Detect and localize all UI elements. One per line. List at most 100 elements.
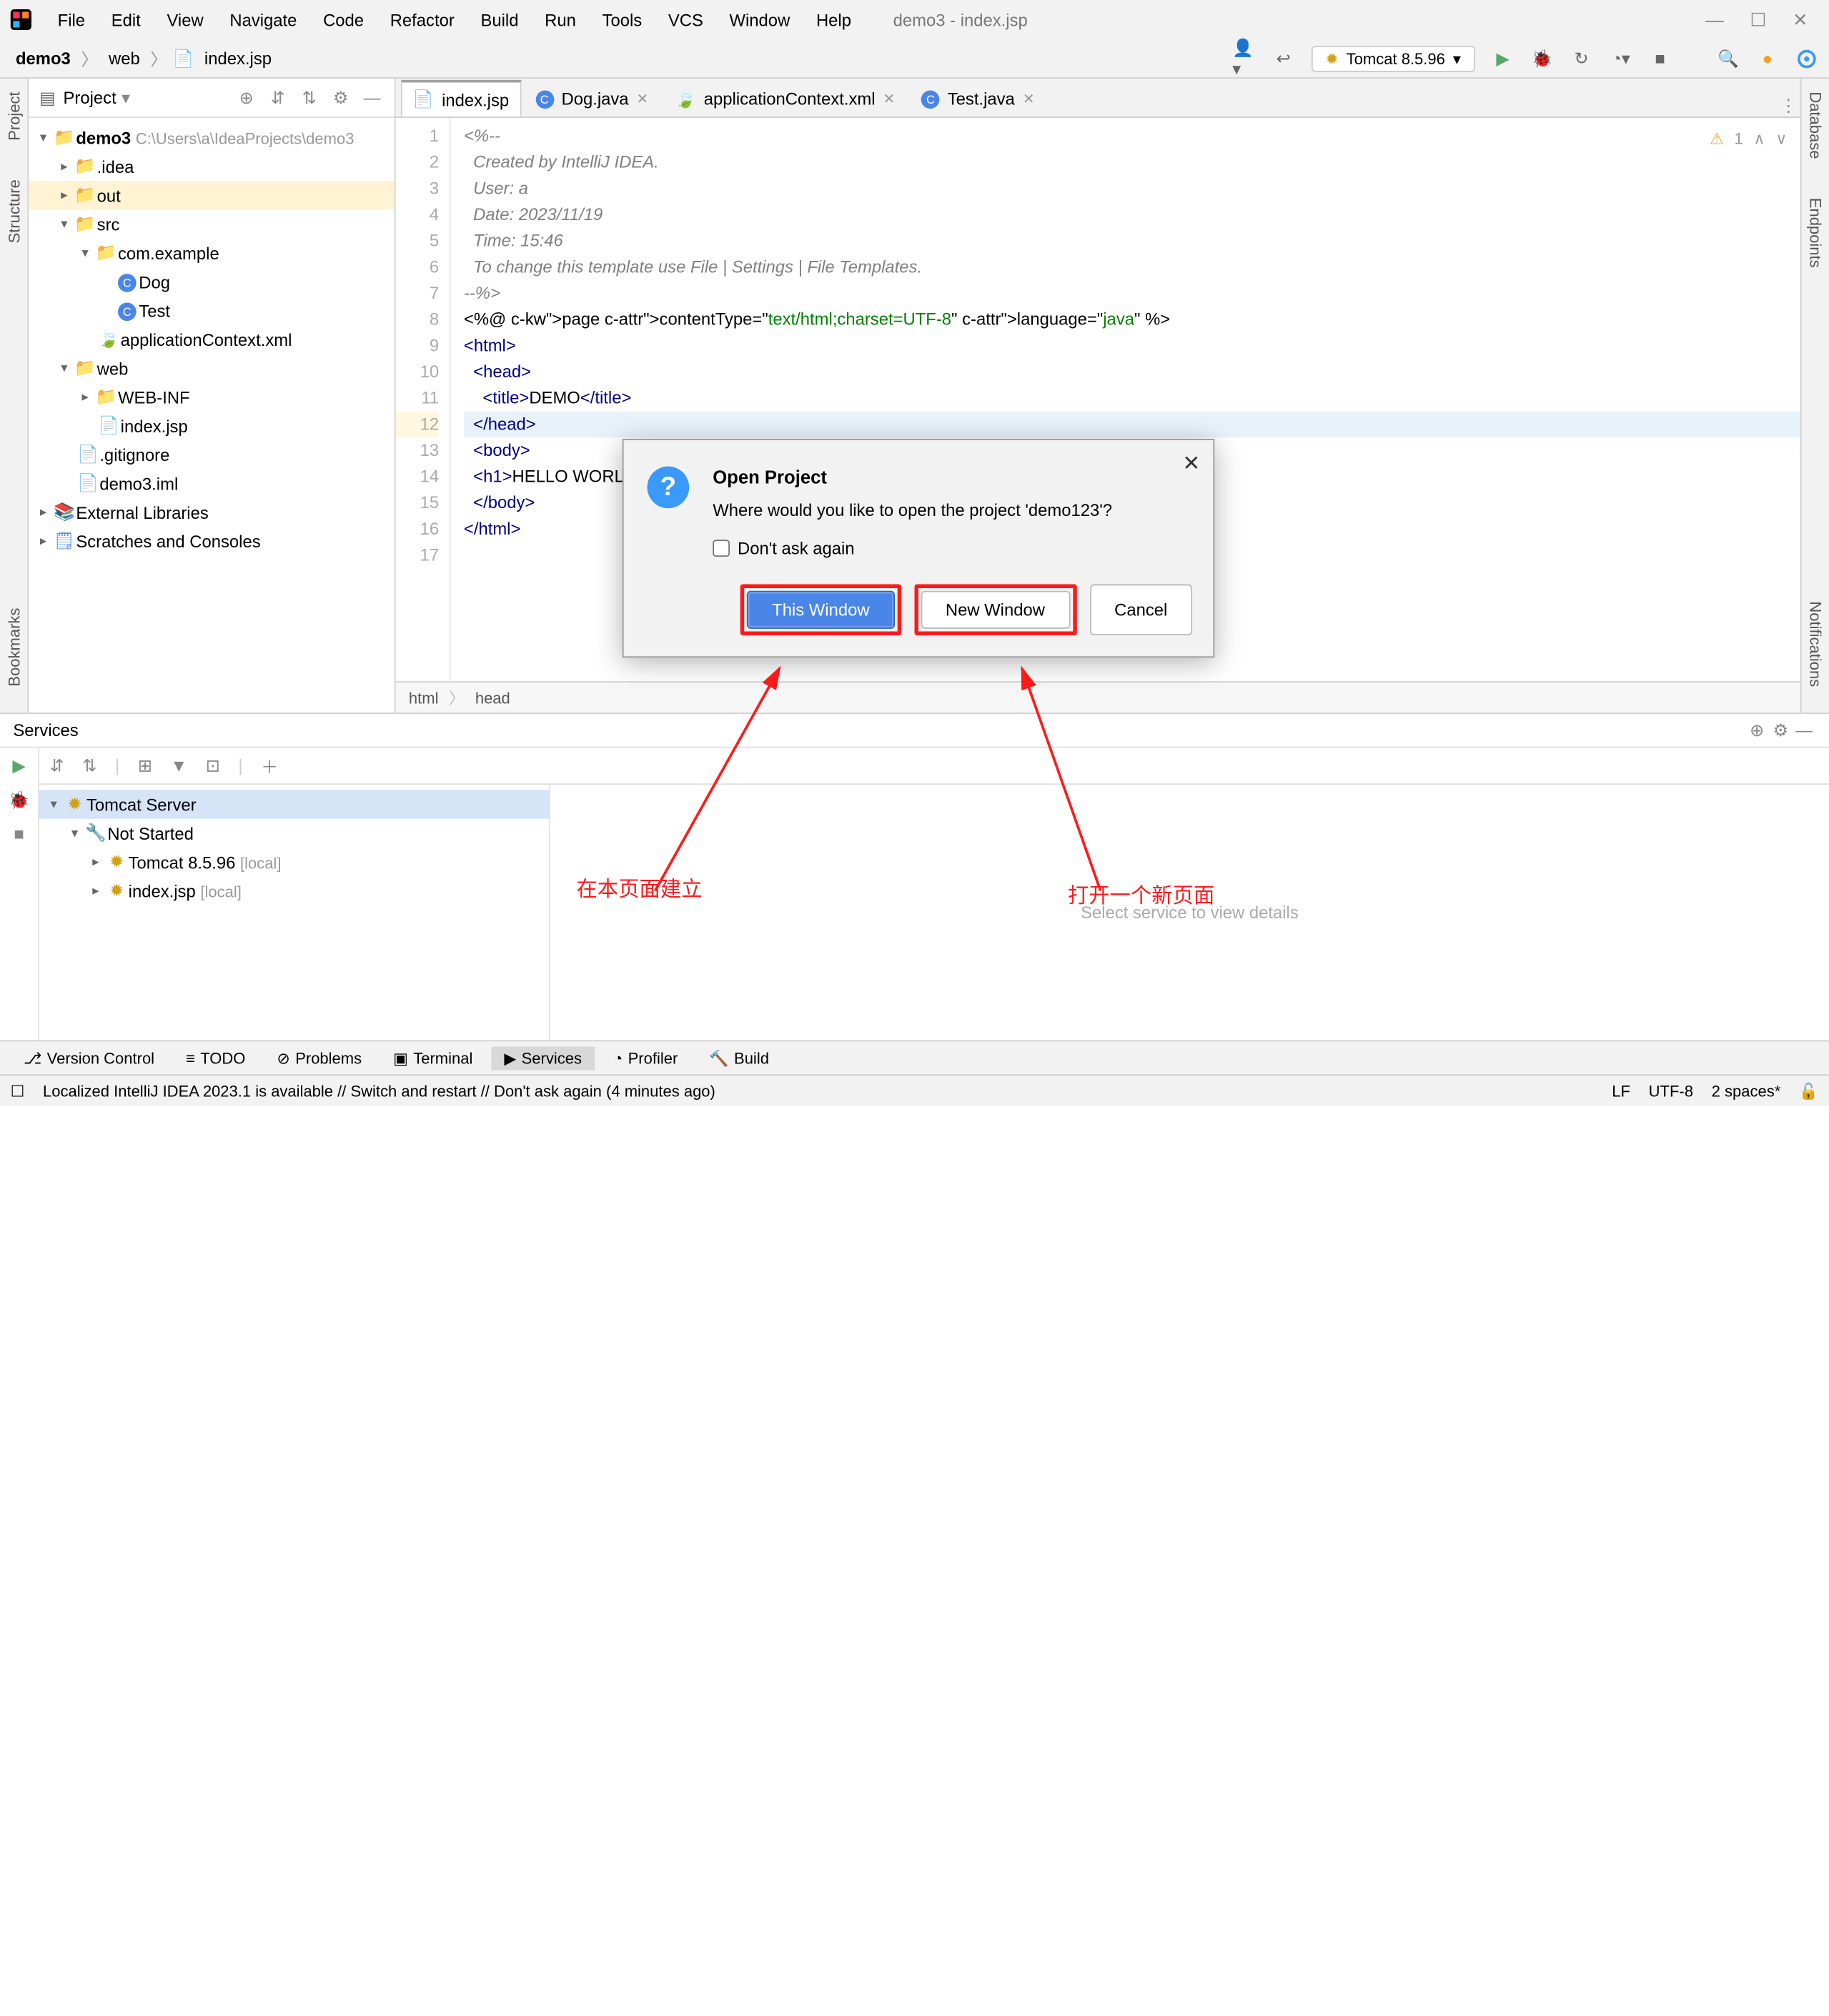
expand-all-icon[interactable]: ⇵ [266, 87, 289, 108]
tree-package[interactable]: ▾📁com.example [29, 239, 394, 267]
tree-folder-web[interactable]: ▾📁web [29, 354, 394, 382]
menu-window[interactable]: Window [719, 4, 801, 34]
back-icon[interactable]: ↩ [1272, 46, 1295, 70]
maximize-icon[interactable]: ☐ [1750, 9, 1766, 31]
search-icon[interactable]: 🔍 [1716, 46, 1740, 70]
tool-build[interactable]: 🔨Build [696, 1046, 782, 1070]
menu-tools[interactable]: Tools [592, 4, 653, 34]
tool-terminal[interactable]: ▣Terminal [380, 1046, 486, 1070]
rail-project[interactable]: Project [4, 91, 23, 140]
minimize-icon[interactable]: — [1705, 9, 1724, 31]
hide-panel-icon[interactable]: — [1793, 720, 1816, 740]
inspection-widget[interactable]: ⚠1∧∨ [1710, 126, 1787, 152]
tool-todo[interactable]: ≡TODO [173, 1046, 259, 1070]
crumb-project[interactable]: demo3 [11, 46, 76, 71]
rail-bookmarks[interactable]: Bookmarks [4, 607, 23, 686]
tree-class-test[interactable]: CTest [29, 296, 394, 324]
services-settings-icon[interactable]: ⚙ [1769, 720, 1793, 740]
menu-code[interactable]: Code [312, 4, 374, 34]
rail-notifications[interactable]: Notifications [1806, 601, 1825, 687]
cancel-button[interactable]: Cancel [1089, 585, 1192, 635]
service-notstarted[interactable]: ▾🔧Not Started [39, 819, 549, 848]
breadcrumb[interactable]: demo3 〉 web 〉 📄 index.jsp [11, 46, 277, 71]
rail-endpoints[interactable]: Endpoints [1806, 198, 1825, 268]
menu-build[interactable]: Build [470, 4, 529, 34]
tree-scratches[interactable]: ▸🗒Scratches and Consoles [29, 527, 394, 555]
tree-class-dog[interactable]: CDog [29, 267, 394, 296]
status-readonly-icon[interactable]: 🔓 [1799, 1081, 1818, 1100]
rail-structure[interactable]: Structure [4, 180, 23, 244]
status-lf[interactable]: LF [1612, 1081, 1630, 1100]
expand-icon[interactable]: ⇵ [50, 755, 64, 776]
status-indent[interactable]: 2 spaces* [1712, 1081, 1781, 1100]
new-window-button[interactable]: New Window [921, 591, 1070, 629]
menu-refactor[interactable]: Refactor [380, 4, 465, 34]
tool-profiler[interactable]: ◔Profiler [600, 1046, 691, 1070]
menu-run[interactable]: Run [534, 4, 586, 34]
crumb-folder[interactable]: web [104, 46, 145, 71]
tree-folder-webinf[interactable]: ▸📁WEB-INF [29, 382, 394, 411]
layout-icon[interactable]: ⊡ [206, 755, 220, 776]
menu-file[interactable]: File [47, 4, 96, 34]
coverage-icon[interactable]: ↻ [1570, 46, 1593, 70]
editor-more-icon[interactable]: ⋮ [1777, 96, 1800, 116]
tab-appctx[interactable]: 🍃applicationContext.xml✕ [663, 80, 907, 116]
dialog-close-icon[interactable]: ✕ [1183, 451, 1201, 477]
tab-testjava[interactable]: CTest.java✕ [910, 80, 1047, 116]
debug-service-icon[interactable]: 🐞 [9, 790, 30, 810]
services-target-icon[interactable]: ⊕ [1745, 720, 1769, 740]
stop-icon[interactable]: ■ [1648, 46, 1672, 70]
filter-icon[interactable]: ▼ [171, 756, 188, 775]
run-config-selector[interactable]: ✹ Tomcat 8.5.96 ▾ [1311, 45, 1475, 71]
tool-problems[interactable]: ⊘Problems [264, 1046, 375, 1070]
close-window-icon[interactable]: ✕ [1793, 9, 1808, 31]
menu-navigate[interactable]: Navigate [219, 4, 307, 34]
tree-file-iml[interactable]: 📄demo3.iml [29, 469, 394, 497]
project-panel-title[interactable]: Project ▾ [64, 87, 130, 108]
this-window-button[interactable]: This Window [747, 591, 894, 629]
close-icon[interactable]: ✕ [637, 90, 649, 107]
select-opened-file-icon[interactable]: ⊕ [234, 87, 258, 108]
hide-panel-icon[interactable]: — [360, 88, 384, 107]
tree-folder-src[interactable]: ▾📁src [29, 209, 394, 238]
menu-vcs[interactable]: VCS [658, 4, 713, 34]
line-gutter[interactable]: 1234567891011121314151617 [396, 118, 451, 681]
stop-service-icon[interactable]: ■ [14, 824, 24, 843]
run-icon[interactable]: ▶ [1491, 46, 1515, 70]
tree-folder-idea[interactable]: ▸📁.idea [29, 152, 394, 181]
tree-file-indexjsp[interactable]: 📄index.jsp [29, 412, 394, 440]
tree-folder-out[interactable]: ▸📁out [29, 181, 394, 209]
dont-ask-checkbox[interactable]: Don't ask again [713, 538, 1112, 557]
tree-external-libs[interactable]: ▸📚External Libraries [29, 498, 394, 527]
close-icon[interactable]: ✕ [1023, 90, 1035, 107]
status-message[interactable]: Localized IntelliJ IDEA 2023.1 is availa… [43, 1081, 715, 1100]
service-tomcat[interactable]: ▸✹Tomcat 8.5.96 [local] [39, 848, 549, 876]
menu-edit[interactable]: Edit [101, 4, 151, 34]
settings-icon[interactable] [1795, 46, 1818, 70]
service-indexjsp[interactable]: ▸✹index.jsp [local] [39, 876, 549, 905]
group-icon[interactable]: ⊞ [138, 755, 152, 776]
crumb-file[interactable]: index.jsp [199, 46, 277, 71]
add-service-icon[interactable]: ＋ [261, 753, 278, 778]
tree-file-gitignore[interactable]: 📄.gitignore [29, 440, 394, 469]
service-root[interactable]: ▾✹Tomcat Server [39, 790, 549, 818]
tool-vcs[interactable]: ⎇Version Control [11, 1046, 168, 1070]
editor-breadcrumb[interactable]: html〉head [396, 681, 1800, 712]
menu-view[interactable]: View [157, 4, 214, 34]
status-encoding[interactable]: UTF-8 [1649, 1081, 1693, 1100]
run-service-icon[interactable]: ▶ [12, 756, 25, 777]
menu-help[interactable]: Help [806, 4, 861, 34]
close-icon[interactable]: ✕ [883, 90, 896, 107]
status-ms982[interactable]: ☐ [11, 1081, 25, 1100]
rail-database[interactable]: Database [1806, 91, 1825, 159]
collapse-all-icon[interactable]: ⇅ [297, 87, 321, 108]
ide-update-icon[interactable]: ● [1755, 46, 1779, 70]
tool-services[interactable]: ▶Services [491, 1046, 595, 1070]
tab-indexjsp[interactable]: 📄index.jsp [401, 80, 521, 116]
debug-icon[interactable]: 🐞 [1530, 46, 1554, 70]
tree-file-appctx[interactable]: 🍃applicationContext.xml [29, 325, 394, 354]
panel-settings-icon[interactable]: ⚙ [329, 87, 352, 108]
tab-dogjava[interactable]: CDog.java✕ [523, 80, 660, 116]
user-icon[interactable]: 👤▾ [1232, 46, 1256, 70]
tree-root[interactable]: ▾📁demo3 C:\Users\a\IdeaProjects\demo3 [29, 123, 394, 152]
